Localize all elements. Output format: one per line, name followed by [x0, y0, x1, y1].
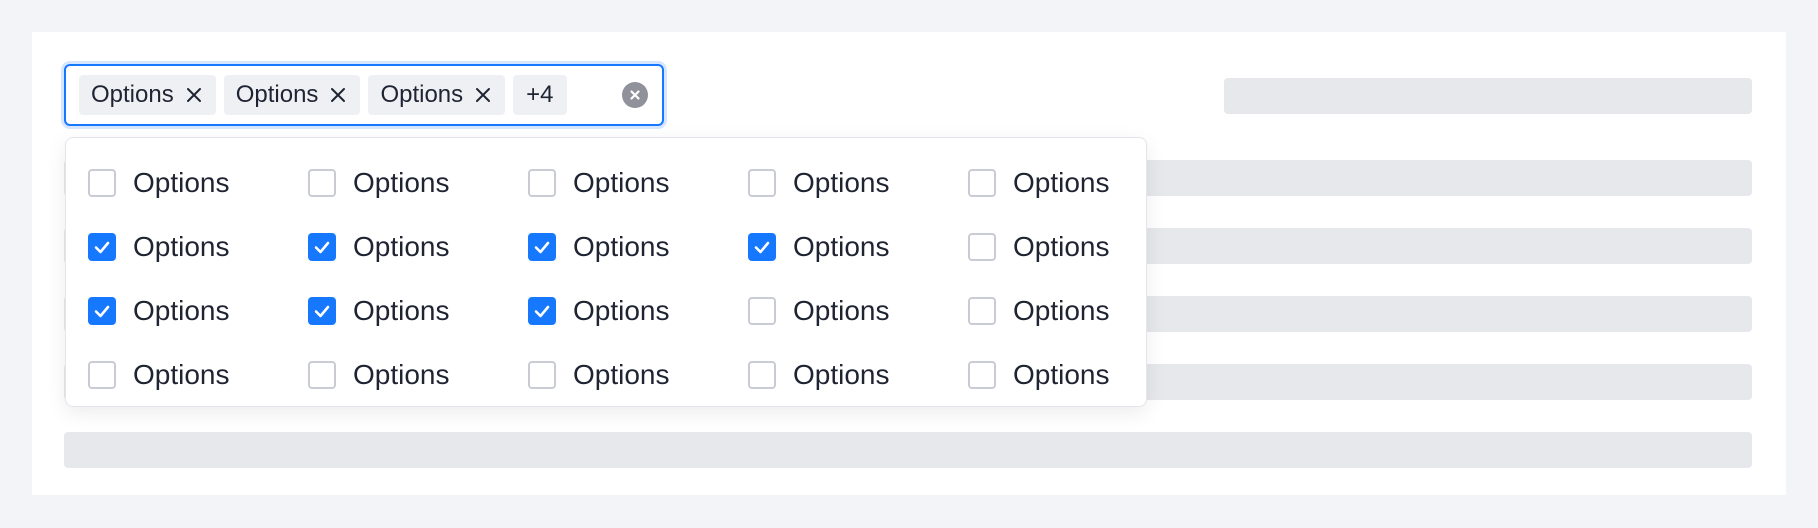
option-item[interactable]: Options — [748, 215, 968, 279]
checkbox-unchecked[interactable] — [88, 169, 116, 197]
option-item[interactable]: Options — [968, 215, 1188, 279]
checkbox-checked[interactable] — [308, 233, 336, 261]
option-item[interactable]: Options — [748, 343, 968, 407]
options-grid: Options Options Options Options Options Optio… — [88, 151, 1146, 407]
checkmark-icon — [94, 241, 110, 254]
checkbox-unchecked[interactable] — [308, 169, 336, 197]
tag-label: Options — [235, 81, 319, 108]
option-label: Options — [1013, 167, 1110, 198]
skeleton-bar — [1224, 78, 1752, 114]
option-label: Options — [573, 295, 670, 326]
option-label: Options — [353, 167, 450, 198]
close-icon[interactable] — [328, 85, 348, 105]
option-item[interactable]: Options — [528, 279, 748, 343]
checkbox-unchecked[interactable] — [968, 169, 996, 197]
option-item[interactable]: Options — [968, 279, 1188, 343]
selected-tag: Options — [223, 75, 361, 115]
option-item[interactable]: Options — [88, 343, 308, 407]
option-label: Options — [1013, 359, 1110, 390]
option-item[interactable]: Options — [308, 343, 528, 407]
option-item[interactable]: Options — [88, 215, 308, 279]
more-tags-label: +4 — [526, 81, 554, 108]
option-label: Options — [353, 231, 450, 262]
close-icon[interactable] — [184, 85, 204, 105]
checkbox-unchecked[interactable] — [88, 361, 116, 389]
options-dropdown: Options Options Options Options Options Optio… — [65, 137, 1147, 407]
checkmark-icon — [314, 305, 330, 318]
checkbox-unchecked[interactable] — [308, 361, 336, 389]
checkbox-unchecked[interactable] — [748, 361, 776, 389]
option-label: Options — [1013, 231, 1110, 262]
option-item[interactable]: Options — [968, 343, 1188, 407]
option-label: Options — [133, 167, 230, 198]
option-label: Options — [1013, 295, 1110, 326]
option-label: Options — [133, 359, 230, 390]
checkbox-checked[interactable] — [528, 233, 556, 261]
option-item[interactable]: Options — [528, 215, 748, 279]
more-tags-count[interactable]: +4 — [513, 75, 567, 115]
option-item[interactable]: Options — [308, 215, 528, 279]
checkmark-icon — [534, 241, 550, 254]
option-label: Options — [793, 167, 890, 198]
option-item[interactable]: Options — [308, 151, 528, 215]
checkbox-unchecked[interactable] — [968, 233, 996, 261]
option-label: Options — [353, 359, 450, 390]
tag-label: Options — [380, 81, 464, 108]
checkbox-checked[interactable] — [308, 297, 336, 325]
checkbox-unchecked[interactable] — [748, 169, 776, 197]
checkbox-checked[interactable] — [88, 297, 116, 325]
option-label: Options — [573, 167, 670, 198]
checkbox-checked[interactable] — [748, 233, 776, 261]
checkbox-unchecked[interactable] — [528, 361, 556, 389]
selected-tag: Options — [368, 75, 506, 115]
option-item[interactable]: Options — [748, 279, 968, 343]
checkmark-icon — [314, 241, 330, 254]
close-icon[interactable] — [473, 85, 493, 105]
checkbox-unchecked[interactable] — [968, 361, 996, 389]
checkbox-checked[interactable] — [88, 233, 116, 261]
option-item[interactable]: Options — [528, 151, 748, 215]
checkbox-checked[interactable] — [528, 297, 556, 325]
option-item[interactable]: Options — [88, 151, 308, 215]
option-label: Options — [133, 295, 230, 326]
option-item[interactable]: Options — [308, 279, 528, 343]
tag-label: Options — [91, 81, 174, 108]
option-item[interactable]: Options — [968, 151, 1188, 215]
multi-select-input[interactable]: Options Options Options +4 — [64, 64, 664, 126]
option-label: Options — [573, 359, 670, 390]
option-label: Options — [793, 295, 890, 326]
skeleton-bar — [64, 432, 1752, 468]
option-item[interactable]: Options — [748, 151, 968, 215]
checkbox-unchecked[interactable] — [748, 297, 776, 325]
option-label: Options — [133, 231, 230, 262]
checkbox-unchecked[interactable] — [968, 297, 996, 325]
option-label: Options — [793, 359, 890, 390]
selected-tag: Options — [79, 75, 216, 115]
checkmark-icon — [94, 305, 110, 318]
clear-circle-icon[interactable] — [622, 82, 648, 108]
option-item[interactable]: Options — [528, 343, 748, 407]
checkmark-icon — [534, 305, 550, 318]
option-item[interactable]: Options — [88, 279, 308, 343]
checkmark-icon — [754, 241, 770, 254]
option-label: Options — [573, 231, 670, 262]
option-label: Options — [353, 295, 450, 326]
option-label: Options — [793, 231, 890, 262]
checkbox-unchecked[interactable] — [528, 169, 556, 197]
